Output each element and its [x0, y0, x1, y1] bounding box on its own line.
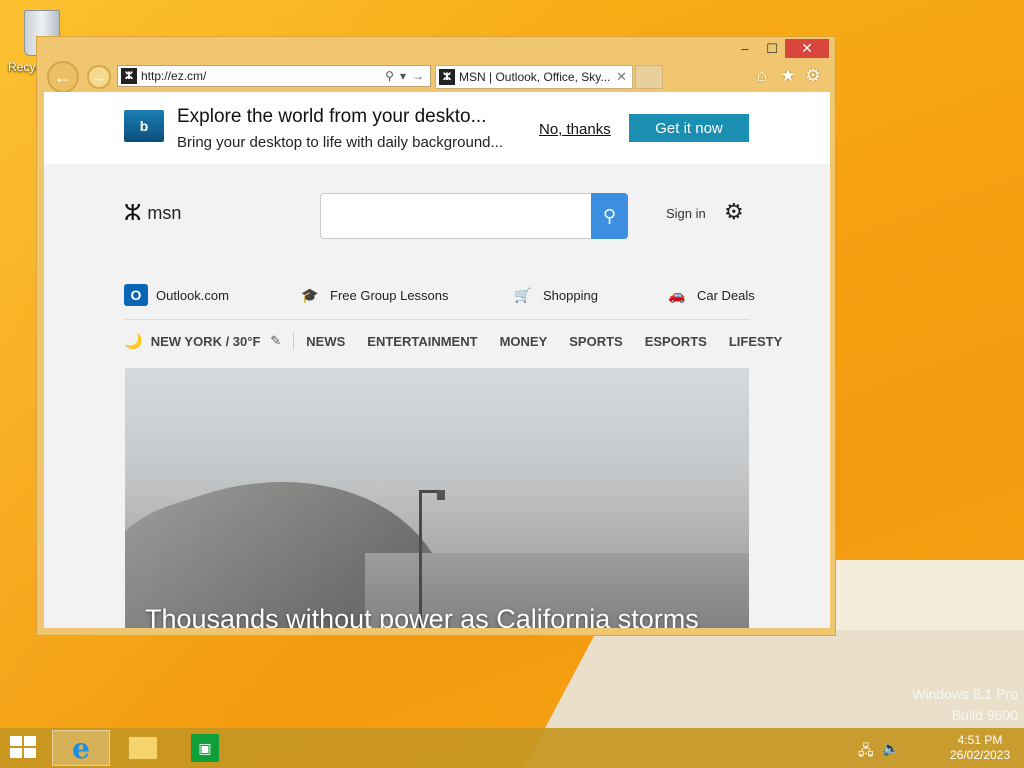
divider — [124, 319, 750, 320]
promo-banner: b Explore the world from your deskto... … — [44, 92, 830, 164]
shopping-cart-icon: 🛒 — [514, 286, 532, 303]
watermark-build: Build 9600 — [951, 707, 1018, 723]
car-icon: 🚗 — [668, 286, 686, 303]
tab-close-icon[interactable]: ✕ — [616, 69, 627, 85]
quick-link-outlook[interactable]: O Outlook.com — [124, 284, 229, 306]
tools-gear-icon[interactable]: ⚙ — [802, 65, 824, 87]
taskbar-file-explorer-button[interactable] — [114, 730, 172, 766]
settings-gear-icon[interactable]: ⚙ — [724, 199, 744, 225]
close-button[interactable]: ✕ — [785, 39, 829, 58]
outlook-icon: O — [124, 284, 148, 306]
banner-subtitle: Bring your desktop to life with daily ba… — [177, 134, 504, 151]
minimize-button[interactable]: – — [733, 39, 757, 58]
address-bar[interactable]: ⵣ http://ez.cm/ ⚲ ▾ → — [117, 65, 431, 87]
msn-logo-text: msn — [147, 202, 182, 223]
msn-butterfly-icon: ⵣ — [124, 200, 142, 225]
favorites-star-icon[interactable]: ★ — [777, 65, 799, 87]
page-viewport: b Explore the world from your deskto... … — [44, 92, 830, 628]
internet-explorer-icon: e — [72, 731, 90, 765]
system-clock[interactable]: 4:51 PM 26/02/2023 — [940, 733, 1020, 763]
start-logo-pane — [24, 736, 36, 746]
taskbar: e ▣ 🖧 🔈 4:51 PM 26/02/2023 — [0, 728, 1024, 768]
address-input[interactable]: http://ez.cm/ — [141, 69, 385, 83]
nav-money[interactable]: MONEY — [500, 334, 548, 349]
nav-lifestyle[interactable]: LIFESTY — [729, 334, 782, 349]
nav-news[interactable]: NEWS — [306, 334, 345, 349]
nav-separator — [293, 332, 295, 350]
nav-sports[interactable]: SPORTS — [569, 334, 622, 349]
graduation-cap-icon: 🎓 — [301, 286, 319, 303]
start-logo-pane — [10, 748, 22, 758]
hero-image-streetlight-arm — [419, 490, 439, 493]
sign-in-link[interactable]: Sign in — [666, 206, 706, 221]
msn-logo[interactable]: ⵣ msn — [124, 200, 181, 226]
hero-headline[interactable]: Thousands without power as California st… — [145, 604, 699, 628]
tab-title: MSN | Outlook, Office, Sky... — [459, 70, 611, 84]
network-icon[interactable]: 🖧 — [858, 740, 874, 764]
start-logo-pane — [24, 748, 36, 758]
windows-watermark: Windows 8.1 Pro Build 9600 — [912, 684, 1018, 726]
weather-moon-icon: 🌙 — [124, 333, 143, 350]
taskbar-store-button[interactable]: ▣ — [176, 730, 234, 766]
quick-link-label: Shopping — [543, 287, 598, 303]
site-favicon-icon: ⵣ — [121, 68, 137, 84]
quick-link-label: Free Group Lessons — [330, 287, 449, 303]
watermark-edition: Windows 8.1 Pro — [912, 686, 1018, 702]
hero-article[interactable]: Thousands without power as California st… — [125, 368, 749, 628]
quick-link-shopping[interactable]: 🛒 Shopping — [511, 284, 598, 306]
clock-date: 26/02/2023 — [949, 748, 1011, 762]
get-it-now-button[interactable]: Get it now — [629, 114, 749, 142]
dropdown-icon[interactable]: ▾ — [400, 69, 406, 83]
bing-wallpaper-icon: b — [124, 110, 164, 142]
volume-icon[interactable]: 🔈 — [882, 740, 899, 757]
nav-esports[interactable]: ESPORTS — [645, 334, 707, 349]
edit-pencil-icon[interactable]: ✎ — [270, 333, 281, 349]
back-arrow-icon: ← — [54, 66, 72, 87]
search-icon: ⚲ — [602, 205, 617, 226]
ie-window: – ☐ ✕ ← → ⵣ http://ez.cm/ ⚲ ▾ → ⵣ MSN | … — [36, 36, 836, 636]
nav-entertainment[interactable]: ENTERTAINMENT — [367, 334, 477, 349]
search-icon[interactable]: ⚲ — [385, 69, 394, 83]
no-thanks-link[interactable]: No, thanks — [539, 121, 611, 138]
start-logo-pane — [10, 736, 22, 746]
store-icon: ▣ — [191, 734, 219, 762]
tab-msn[interactable]: ⵣ MSN | Outlook, Office, Sky... ✕ — [435, 65, 633, 89]
category-nav: 🌙 NEW YORK / 30°F ✎ NEWS ENTERTAINMENT M… — [124, 330, 804, 352]
banner-title: Explore the world from your deskto... — [177, 106, 487, 127]
taskbar-ie-button[interactable]: e — [52, 730, 110, 766]
hero-image-lamp — [437, 490, 445, 500]
home-icon[interactable]: ⌂ — [751, 65, 773, 87]
forward-button[interactable]: → — [87, 65, 111, 89]
maximize-button[interactable]: ☐ — [759, 39, 785, 58]
quick-link-label: Outlook.com — [156, 287, 229, 303]
quick-link-group-lessons[interactable]: 🎓 Free Group Lessons — [298, 284, 449, 306]
search-input[interactable] — [320, 193, 628, 239]
new-tab-button[interactable] — [635, 65, 663, 89]
go-arrow-icon[interactable]: → — [412, 69, 424, 83]
start-button[interactable] — [10, 736, 38, 760]
quick-link-car-deals[interactable]: 🚗 Car Deals — [665, 284, 755, 306]
weather-location[interactable]: NEW YORK / 30°F — [151, 334, 261, 349]
search-button[interactable]: ⚲ — [591, 193, 628, 239]
quick-link-label: Car Deals — [697, 287, 755, 303]
file-explorer-icon — [128, 736, 158, 760]
tab-favicon-icon: ⵣ — [439, 69, 455, 85]
clock-time: 4:51 PM — [957, 733, 1003, 747]
back-button[interactable]: ← — [47, 61, 79, 93]
forward-arrow-icon: → — [92, 69, 106, 85]
